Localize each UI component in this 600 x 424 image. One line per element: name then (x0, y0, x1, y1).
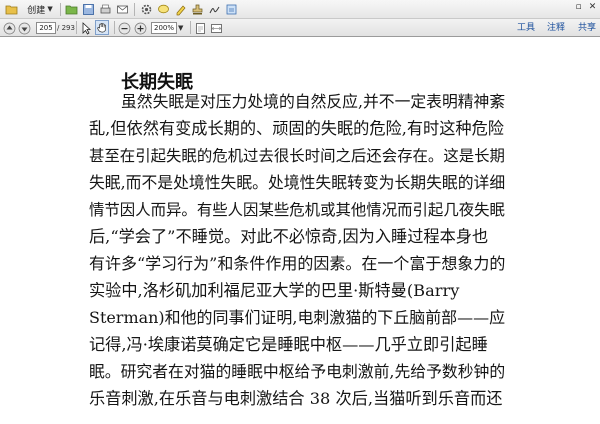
zoom-out-icon[interactable] (118, 21, 131, 35)
text-line: 情节因人而异。有些人因某些危机或其他情况而引起几夜失眠 (89, 201, 505, 219)
fit-width-icon[interactable] (210, 21, 223, 35)
open-file-icon[interactable] (4, 2, 18, 16)
print-icon[interactable] (98, 2, 112, 16)
text-line: Sterman)和他的同事们证明,电刺激猫的下丘脑前部——应 (89, 308, 506, 327)
chevron-down-icon[interactable]: ▼ (178, 22, 183, 34)
fit-page-icon[interactable] (194, 21, 207, 35)
highlight-icon[interactable] (173, 2, 187, 16)
sign-icon[interactable] (207, 2, 221, 16)
text-line: 有许多“学习行为”和条件作用的因素。在一个富于想象力的 (89, 254, 506, 273)
comment-link[interactable]: 注释 (547, 22, 565, 34)
stamp-icon[interactable] (190, 2, 204, 16)
close-icon[interactable]: ✕ (587, 2, 598, 13)
text-line: 记得,冯·埃康诺莫确定它是睡眠中枢——几乎立即引起睡 (89, 335, 488, 354)
chevron-down-icon: ▼ (47, 5, 53, 13)
text-line: 后,“学会了”不睡觉。对此不必惊奇,因为入睡过程本身也 (89, 227, 489, 246)
toolbar-divider (114, 21, 115, 34)
main-toolbar: 创建 ▼ ▫ ✕ (0, 0, 600, 19)
text-line: 失眠,而不是处境性失眠。处境性失眠转变为长期失眠的详细 (89, 173, 506, 192)
toolbar-divider (190, 21, 191, 34)
next-page-icon[interactable] (18, 21, 31, 35)
email-icon[interactable] (115, 2, 129, 16)
page-number-input[interactable] (36, 22, 56, 34)
select-tool-icon[interactable] (80, 21, 93, 35)
text-line: 实验中,洛杉矶加利福尼亚大学的巴里·斯特曼(Barry (89, 281, 460, 300)
text-line: 甚至在引起失眠的危机过去很长时间之后还会存在。这是长期 (89, 147, 505, 165)
page-total: / 293 (57, 24, 75, 32)
text-line: 乐音刺激,在乐音与电刺激结合 38 次后,当猫听到乐音而还 (89, 389, 503, 408)
navigation-toolbar: / 293 200% ▼ 工具 注释 共享 (0, 19, 600, 37)
toolbar-divider (76, 21, 77, 34)
save-icon[interactable] (81, 2, 95, 16)
folder-icon[interactable] (64, 2, 78, 16)
document-viewport[interactable]: 长期失眠 虽然失眠是对压力处境的自然反应,并不一定表明精神紊 乱,但依然有变成长… (0, 38, 600, 424)
window-restore-icon[interactable]: ▫ (573, 2, 584, 13)
create-label: 创建 (27, 5, 46, 16)
create-button[interactable]: 创建 ▼ (20, 2, 60, 16)
gear-icon[interactable] (139, 2, 153, 16)
share-link[interactable]: 共享 (578, 22, 596, 34)
toolbar-divider (134, 3, 135, 16)
tools-link[interactable]: 工具 (517, 22, 535, 34)
toolbar-divider (60, 3, 61, 16)
document-page: 长期失眠 虽然失眠是对压力处境的自然反应,并不一定表明精神紊 乱,但依然有变成长… (0, 38, 600, 424)
text-line: 虽然失眠是对压力处境的自然反应,并不一定表明精神紊 (121, 92, 506, 111)
previous-page-icon[interactable] (3, 21, 16, 35)
zoom-in-icon[interactable] (134, 21, 147, 35)
hand-tool-icon[interactable] (95, 20, 109, 35)
comment-icon[interactable] (156, 2, 170, 16)
zoom-level-select[interactable]: 200% (151, 22, 177, 34)
text-line: 眠。研究者在对猫的睡眠中枢给予电刺激前,先给予数秒钟的 (89, 362, 506, 381)
attach-icon[interactable] (224, 2, 238, 16)
text-line: 乱,但依然有变成长期的、顽固的失眠的危险,有时这种危险 (89, 119, 504, 138)
